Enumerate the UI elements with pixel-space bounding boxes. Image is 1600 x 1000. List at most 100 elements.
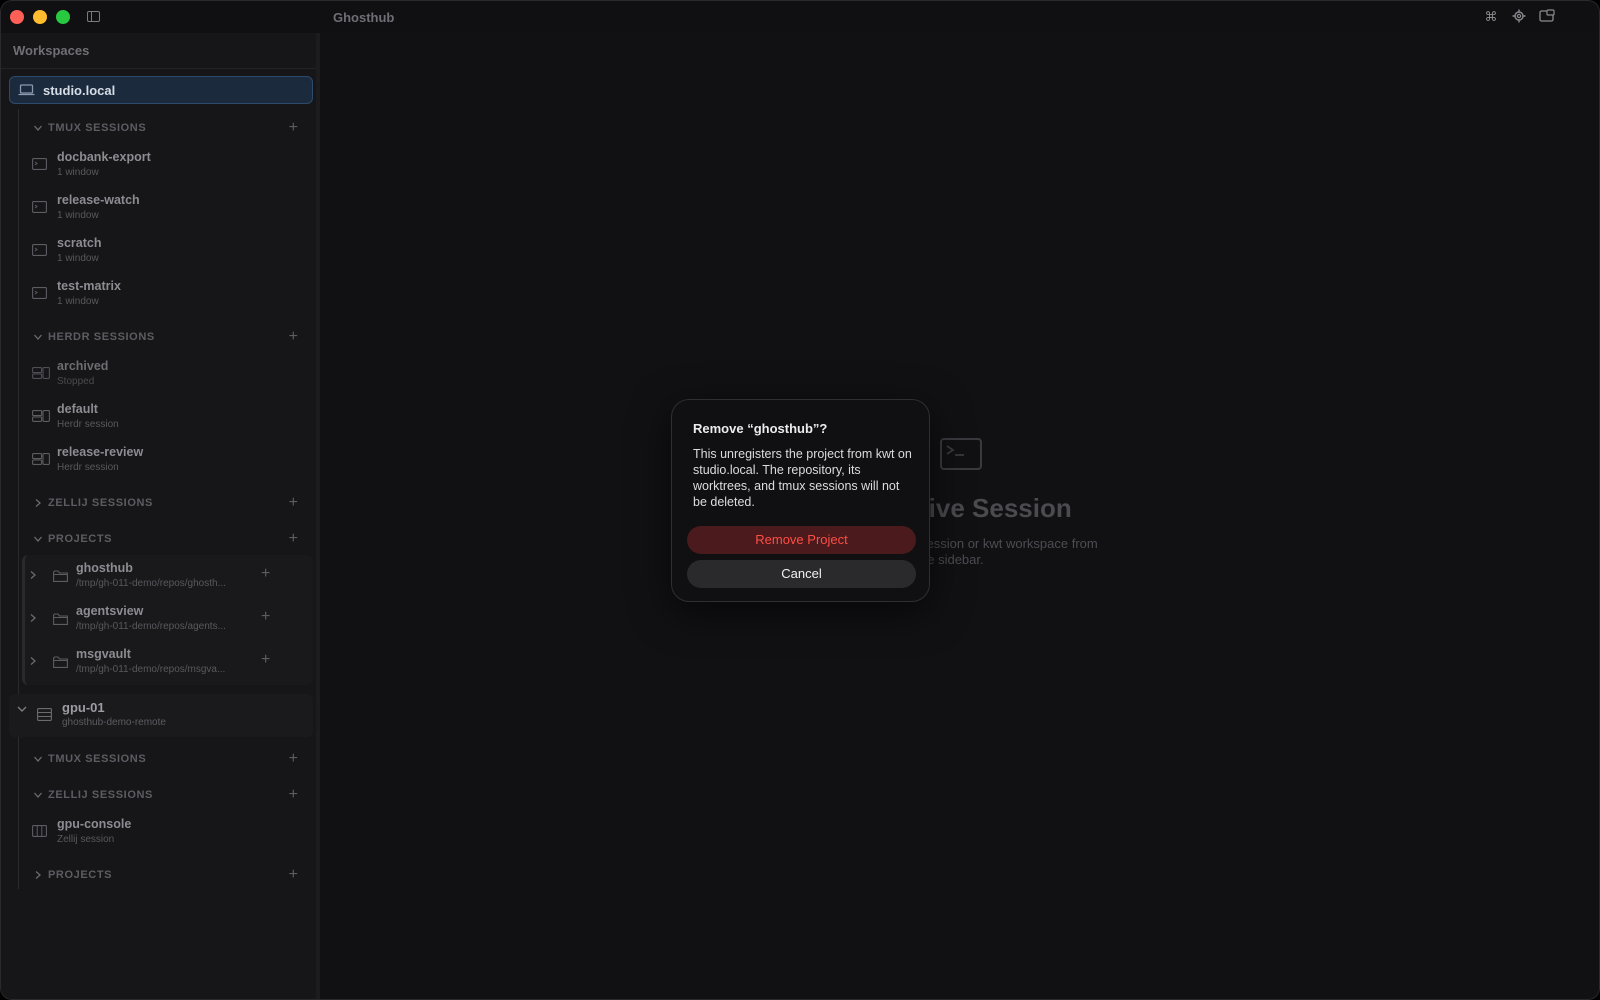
columns-icon	[32, 825, 47, 837]
main-area: tive Session session or kwt workspace fr…	[320, 33, 1599, 999]
section-tmux-sessions[interactable]: TMUX SESSIONS +	[32, 119, 312, 139]
panes-icon	[32, 367, 50, 379]
add-zellij-session-button[interactable]: +	[289, 786, 298, 804]
section-title: TMUX SESSIONS	[48, 122, 147, 134]
herdr-session-item[interactable]: default Herdr session	[31, 400, 311, 438]
add-worktree-button[interactable]: +	[261, 565, 270, 583]
terminal-icon	[940, 438, 982, 470]
tmux-session-item[interactable]: test-matrix 1 window	[31, 277, 311, 315]
add-tmux-session-button[interactable]: +	[289, 750, 298, 768]
chevron-right-icon[interactable]	[29, 571, 37, 579]
add-project-button[interactable]: +	[289, 866, 298, 884]
add-project-button[interactable]: +	[289, 530, 298, 548]
terminal-icon	[32, 244, 47, 256]
item-sub: Herdr session	[57, 462, 119, 473]
add-herdr-session-button[interactable]: +	[289, 328, 298, 346]
minimize-window-button[interactable]	[33, 10, 47, 24]
item-name: test-matrix	[57, 279, 121, 293]
tmux-session-item[interactable]: release-watch 1 window	[31, 191, 311, 229]
item-name: gpu-console	[57, 817, 132, 831]
item-name: msgvault	[76, 647, 131, 661]
section-title: PROJECTS	[48, 533, 113, 545]
section-title: PROJECTS	[48, 869, 113, 881]
section-title: TMUX SESSIONS	[48, 753, 147, 765]
section-projects[interactable]: PROJECTS +	[32, 866, 312, 886]
project-item[interactable]: ghosthub /tmp/gh-011-demo/repos/ghosth..…	[25, 558, 305, 598]
item-name: release-review	[57, 445, 144, 459]
empty-desc-line: session or kwt workspace from	[920, 536, 1098, 551]
item-sub: 1 window	[57, 296, 99, 307]
empty-desc-line: he sidebar.	[920, 552, 984, 567]
chevron-right-icon	[35, 499, 41, 507]
chevron-down-icon	[34, 125, 42, 131]
window-picture-icon[interactable]	[1539, 9, 1555, 25]
tmux-session-item[interactable]: scratch 1 window	[31, 234, 311, 272]
add-tmux-session-button[interactable]: +	[289, 119, 298, 137]
item-sub: Stopped	[57, 376, 95, 387]
tmux-session-item[interactable]: docbank-export 1 window	[31, 148, 311, 186]
dialog-title: Remove “ghosthub”?	[693, 421, 828, 436]
panes-icon	[32, 410, 50, 422]
item-path: /tmp/gh-011-demo/repos/agents...	[76, 621, 226, 632]
laptop-icon	[18, 84, 35, 96]
host-studio-local[interactable]: studio.local	[9, 76, 313, 104]
project-item[interactable]: agentsview /tmp/gh-011-demo/repos/agents…	[25, 601, 305, 641]
item-sub: 1 window	[57, 253, 99, 264]
sidebar-title: Workspaces	[13, 43, 90, 58]
folder-icon	[53, 656, 68, 668]
server-icon	[37, 708, 52, 721]
title-bar: Ghosthub ⌘	[1, 1, 1599, 33]
chevron-right-icon	[35, 871, 41, 879]
gear-icon[interactable]	[1511, 9, 1527, 25]
folder-icon	[53, 613, 68, 625]
section-projects[interactable]: PROJECTS +	[32, 530, 312, 550]
section-title: ZELLIJ SESSIONS	[48, 497, 153, 509]
item-sub: Zellij session	[57, 834, 115, 845]
project-item[interactable]: msgvault /tmp/gh-011-demo/repos/msgva...…	[25, 644, 305, 684]
host-gpu-01[interactable]: gpu-01 ghosthub-demo-remote	[9, 694, 313, 737]
add-worktree-button[interactable]: +	[261, 651, 270, 669]
dialog-message: This unregisters the project from kwt on…	[693, 447, 912, 509]
section-title: ZELLIJ SESSIONS	[48, 789, 153, 801]
chevron-right-icon[interactable]	[29, 614, 37, 622]
zoom-window-button[interactable]	[56, 10, 70, 24]
host-sub: ghosthub-demo-remote	[62, 717, 166, 728]
close-window-button[interactable]	[10, 10, 24, 24]
section-herdr-sessions[interactable]: HERDR SESSIONS +	[32, 328, 312, 348]
cancel-button[interactable]: Cancel	[687, 560, 916, 588]
item-name: default	[57, 402, 98, 416]
section-zellij-sessions[interactable]: ZELLIJ SESSIONS +	[32, 786, 312, 806]
herdr-session-item[interactable]: release-review Herdr session	[31, 443, 311, 481]
empty-state-title: tive Session	[920, 493, 1072, 523]
chevron-down-icon	[34, 536, 42, 542]
add-worktree-button[interactable]: +	[261, 608, 270, 626]
item-path: /tmp/gh-011-demo/repos/ghosth...	[76, 578, 226, 589]
add-zellij-session-button[interactable]: +	[289, 494, 298, 512]
chevron-right-icon[interactable]	[29, 657, 37, 665]
herdr-session-item[interactable]: archived Stopped	[31, 357, 311, 395]
remove-project-dialog: Remove “ghosthub”? This unregisters the …	[671, 399, 930, 602]
sidebar-toggle-icon[interactable]	[87, 11, 100, 22]
chevron-down-icon	[34, 792, 42, 798]
sidebar: Workspaces studio.local TMUX SESSIONS + …	[1, 33, 320, 999]
command-icon[interactable]: ⌘	[1483, 9, 1499, 25]
item-sub: 1 window	[57, 210, 99, 221]
chevron-down-icon	[34, 334, 42, 340]
remove-project-button[interactable]: Remove Project	[687, 526, 916, 554]
chevron-down-icon[interactable]	[17, 704, 27, 714]
section-zellij-sessions[interactable]: ZELLIJ SESSIONS +	[32, 494, 312, 514]
section-title: HERDR SESSIONS	[48, 331, 155, 343]
zellij-session-item[interactable]: gpu-console Zellij session	[31, 815, 311, 853]
section-tmux-sessions[interactable]: TMUX SESSIONS +	[32, 750, 312, 770]
item-name: docbank-export	[57, 150, 151, 164]
item-sub: Herdr session	[57, 419, 119, 430]
item-name: agentsview	[76, 604, 144, 618]
item-name: release-watch	[57, 193, 140, 207]
item-sub: 1 window	[57, 167, 99, 178]
item-name: scratch	[57, 236, 102, 250]
panes-icon	[32, 453, 50, 465]
terminal-icon	[32, 287, 47, 299]
empty-state-description: session or kwt workspace from he sidebar…	[920, 536, 1240, 568]
chevron-down-icon	[34, 756, 42, 762]
tree-guide	[18, 109, 19, 889]
